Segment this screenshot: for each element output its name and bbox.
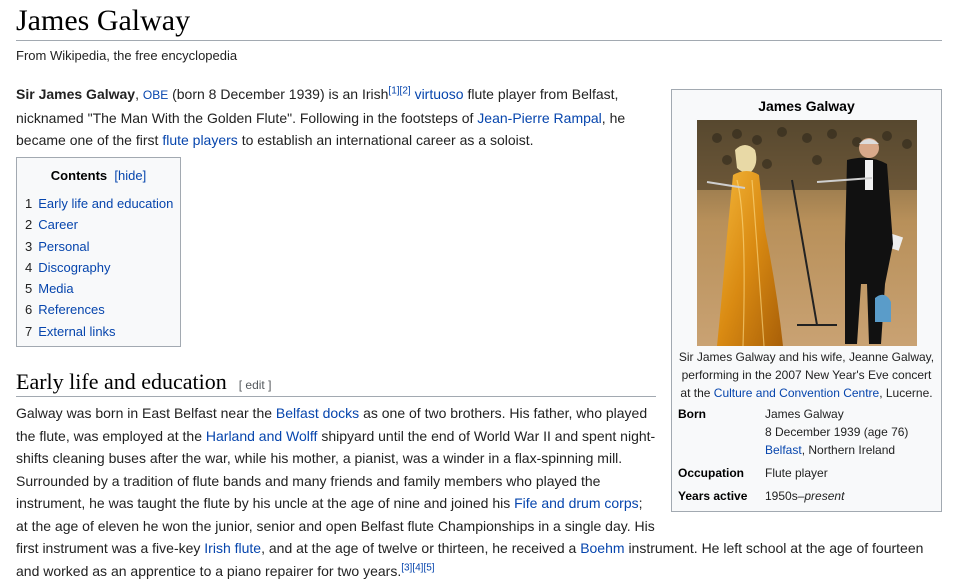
toc-item-link[interactable]: References xyxy=(38,302,104,317)
toc-item[interactable]: 1 Early life and education xyxy=(25,193,180,214)
title-divider xyxy=(16,40,942,41)
section-edit-link[interactable]: [ edit ] xyxy=(239,378,272,392)
ref-3-link[interactable]: [3] xyxy=(401,562,412,573)
toc-item-link[interactable]: Career xyxy=(38,217,78,232)
flute-players-link[interactable]: flute players xyxy=(162,132,237,148)
toc-item-number: 3 xyxy=(25,238,33,254)
toc-item[interactable]: 2 Career xyxy=(25,214,180,235)
irish-flute-link[interactable]: Irish flute xyxy=(204,540,261,556)
section-heading-text: Early life and education xyxy=(16,369,227,394)
toc-item-number: 1 xyxy=(25,196,33,211)
body-text: Galway was born in East Belfast near the xyxy=(16,405,273,421)
toc-item-number: 4 xyxy=(25,259,33,275)
toc-item-link[interactable]: Media xyxy=(38,281,73,296)
years-start: 1950s– xyxy=(765,489,805,503)
ref-1-link[interactable]: [1] xyxy=(388,85,399,96)
toc-title: Contents xyxy=(50,168,108,183)
intro-bold-name: Sir James Galway xyxy=(16,86,136,102)
toc-item-link[interactable]: Discography xyxy=(38,260,110,275)
caption-text-end: , Lucerne. xyxy=(879,386,933,400)
boehm-link[interactable]: Boehm xyxy=(580,540,624,556)
toc-item[interactable]: 7 External links xyxy=(25,321,180,342)
infobox-label-occupation: Occupation xyxy=(678,466,745,480)
infobox-title: James Galway xyxy=(758,98,855,114)
infobox-value-occupation: Flute player xyxy=(765,466,828,480)
toc-item[interactable]: 4 Discography xyxy=(25,257,180,278)
born-date: 8 December 1939 (age 76) xyxy=(765,425,909,439)
harland-wolff-link[interactable]: Harland and Wolff xyxy=(206,428,318,444)
infobox-label-born: Born xyxy=(678,407,706,421)
table-of-contents: Contents [hide] 1 Early life and educatio… xyxy=(16,157,181,347)
infobox-value-years-active: 1950s–present xyxy=(765,487,937,505)
infobox-label-years-active: Years active xyxy=(678,489,748,503)
ref-4-link[interactable]: [4] xyxy=(412,562,423,573)
toc-item-link[interactable]: External links xyxy=(38,324,115,339)
toc-item-number: 2 xyxy=(25,217,33,233)
page-title: James Galway xyxy=(16,4,191,37)
toc-list: 1 Early life and education 2 Career 3 Perso… xyxy=(25,193,180,342)
ref-5-link[interactable]: [5] xyxy=(423,562,434,573)
tagline: From Wikipedia, the free encyclopedia xyxy=(16,48,238,63)
ref-2-link[interactable]: [2] xyxy=(400,85,411,96)
virtuoso-link[interactable]: virtuoso xyxy=(415,86,464,102)
belfast-docks-link[interactable]: Belfast docks xyxy=(276,405,359,421)
born-place-rest: , Northern Ireland xyxy=(801,443,896,457)
toc-item-link[interactable]: Personal xyxy=(38,239,89,254)
toc-item-number: 5 xyxy=(25,281,33,297)
born-place: Belfast, Northern Ireland xyxy=(765,441,937,459)
belfast-link[interactable]: Belfast xyxy=(765,443,802,457)
section-divider xyxy=(16,396,656,397)
toc-item-link[interactable]: Early life and education xyxy=(38,196,173,211)
body-text: first instrument was a five-key xyxy=(16,540,201,556)
born-name: James Galway xyxy=(765,407,844,421)
intro-paragraph: Sir James Galway, OBE (born 8 December 1… xyxy=(16,85,626,148)
intro-text-4: to establish an international career as … xyxy=(241,132,534,148)
toc-header: Contents [hide] xyxy=(17,167,180,185)
infobox-caption: Sir James Galway and his wife, Jeanne Ga… xyxy=(676,348,937,402)
intro-text-1: (born 8 December 1939) is an Irish xyxy=(172,86,389,102)
concert-photo[interactable] xyxy=(697,120,917,346)
obe-link[interactable]: OBE xyxy=(143,88,168,102)
rampal-link[interactable]: Jean-Pierre Rampal xyxy=(477,110,602,126)
toc-item[interactable]: 5 Media xyxy=(25,278,180,299)
toc-hide-link[interactable]: [hide] xyxy=(114,168,146,183)
infobox-value-born: James Galway 8 December 1939 (age 76) Be… xyxy=(765,405,937,459)
early-life-paragraph-continued: first instrument was a five-key Irish fl… xyxy=(16,537,942,582)
years-present: present xyxy=(804,489,845,503)
early-life-paragraph: Galway was born in East Belfast near the… xyxy=(16,402,656,537)
infobox: James Galway Sir James Galway and his wi… xyxy=(671,89,942,512)
toc-item[interactable]: 6 References xyxy=(25,299,180,320)
body-text: , and at the age of twelve or thirteen, … xyxy=(261,540,577,556)
toc-item[interactable]: 3 Personal xyxy=(25,236,180,257)
section-heading-early-life: Early life and education [ edit ] xyxy=(16,368,271,399)
toc-item-number: 6 xyxy=(25,302,33,318)
culture-convention-centre-link[interactable]: Culture and Convention Centre xyxy=(714,386,879,400)
toc-item-number: 7 xyxy=(25,323,33,339)
fife-drum-corps-link[interactable]: Fife and drum corps xyxy=(514,495,639,511)
